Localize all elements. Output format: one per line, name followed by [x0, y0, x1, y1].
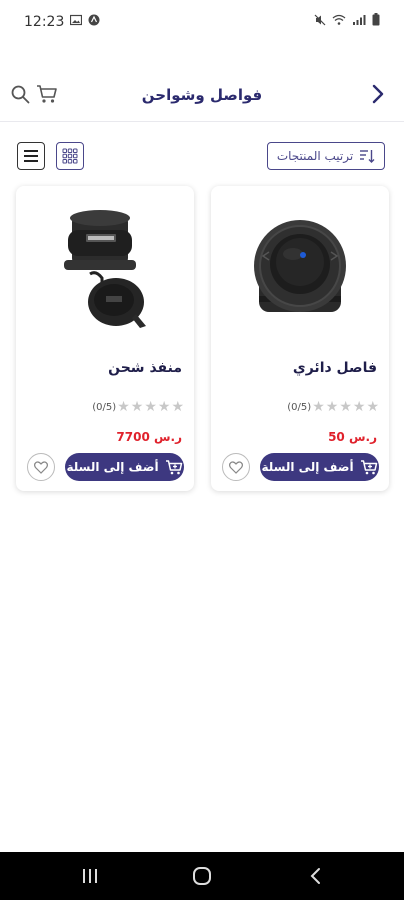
mute-icon [314, 14, 326, 25]
add-cart-icon [360, 460, 377, 475]
grid-icon [62, 148, 78, 164]
status-time: 12:23 [24, 14, 65, 30]
star-icon: ★ [171, 399, 184, 415]
star-icon: ★ [339, 399, 352, 415]
header-divider [0, 121, 404, 122]
star-icon: ★ [157, 399, 171, 415]
charging-port-image [64, 210, 146, 328]
grid-view-button[interactable] [56, 142, 84, 170]
product-image[interactable] [235, 200, 365, 338]
product-name[interactable]: منفذ شحن [108, 360, 182, 376]
favorite-button[interactable] [27, 453, 55, 481]
back-icon[interactable] [304, 864, 328, 888]
image-icon [70, 14, 82, 26]
status-bar: 12:23 [0, 0, 404, 44]
rating-count: (0/5) [92, 401, 117, 413]
status-left-icons [70, 14, 100, 26]
product-price: 7700 ر.س [116, 430, 182, 444]
sort-label: ترتيب المنتجات [276, 149, 354, 163]
signal-icon [353, 14, 366, 25]
favorite-button[interactable] [222, 453, 250, 481]
star-icon: ★ [366, 399, 379, 415]
system-nav-bar [0, 852, 404, 900]
toolbar: ترتيب المنتجات [0, 140, 404, 174]
star-icon: ★ [144, 399, 157, 415]
battery-icon [372, 13, 380, 26]
cart-icon[interactable] [36, 83, 58, 105]
app-notification-icon [88, 14, 100, 26]
add-to-cart-label: أضف إلى السلة [66, 460, 159, 474]
sort-button[interactable]: ترتيب المنتجات [267, 142, 385, 170]
recents-icon[interactable] [78, 864, 102, 888]
product-price: 50 ر.س [328, 430, 377, 444]
product-image[interactable] [40, 200, 170, 338]
status-right-icons [314, 13, 380, 26]
star-icon: ★ [352, 399, 366, 415]
add-to-cart-button[interactable]: أضف إلى السلة [65, 453, 184, 481]
list-icon [24, 150, 38, 162]
star-icon: ★ [130, 399, 144, 415]
wifi-icon [332, 14, 346, 25]
list-view-button[interactable] [17, 142, 45, 170]
heart-icon [229, 460, 243, 474]
heart-icon [34, 460, 48, 474]
product-name[interactable]: فاصل دائري [293, 360, 377, 376]
star-icon: ★ [117, 399, 130, 415]
rating-count: (0/5) [287, 401, 312, 413]
search-icon[interactable] [10, 84, 30, 104]
product-rating: ★ ★ ★ ★ ★ (0/5) [89, 400, 184, 414]
home-icon[interactable] [190, 864, 214, 888]
round-switch-image [254, 220, 346, 312]
page-title: فواصل وشواحن [141, 86, 263, 104]
sort-icon [360, 150, 375, 163]
add-to-cart-button[interactable]: أضف إلى السلة [260, 453, 379, 481]
star-icon: ★ [312, 399, 325, 415]
product-rating: ★ ★ ★ ★ ★ (0/5) [284, 400, 379, 414]
app-header: فواصل وشواحن [0, 72, 404, 120]
add-to-cart-label: أضف إلى السلة [261, 460, 354, 474]
product-card[interactable]: منفذ شحن ★ ★ ★ ★ ★ (0/5) 7700 ر.س أضف إل… [16, 186, 194, 491]
star-icon: ★ [325, 399, 339, 415]
product-card[interactable]: فاصل دائري ★ ★ ★ ★ ★ (0/5) 50 ر.س أضف إل… [211, 186, 389, 491]
add-cart-icon [165, 460, 182, 475]
